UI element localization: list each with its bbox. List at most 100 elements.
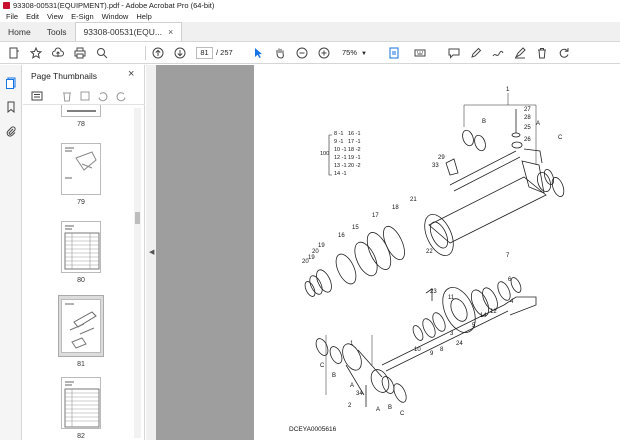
callout-3: 3: [450, 331, 454, 337]
document-viewport[interactable]: 1 27 28 25 26 A B C 29 33 21 18 17 15 16 19 20 22 20 19 23 11…: [156, 65, 620, 440]
callout-B: B: [332, 373, 336, 379]
menu-edit[interactable]: Edit: [22, 12, 43, 21]
thumbnail-label-79: 79: [77, 199, 85, 206]
page-total: / 257: [216, 48, 233, 57]
extract-page-icon[interactable]: [77, 88, 93, 104]
callout-28: 28: [524, 115, 531, 121]
hand-pan-icon[interactable]: [272, 45, 288, 61]
select-cursor-icon[interactable]: [250, 45, 266, 61]
menu-help[interactable]: Help: [132, 12, 155, 21]
zoom-in-icon[interactable]: [316, 45, 332, 61]
keyboard-icon[interactable]: [412, 45, 428, 61]
legend-entry: 9 -1: [334, 139, 343, 145]
callout-29: 29: [438, 155, 445, 161]
pdf-page: 1 27 28 25 26 A B C 29 33 21 18 17 15 16 19 20 22 20 19 23 11…: [254, 65, 620, 440]
rotate-left-icon[interactable]: [95, 88, 111, 104]
menu-view[interactable]: View: [43, 12, 67, 21]
close-panel-icon[interactable]: ×: [128, 68, 134, 80]
next-page-icon[interactable]: [172, 45, 188, 61]
ring-C-bottom-left: [315, 338, 329, 356]
callout-23: 23: [430, 289, 437, 295]
callout-9: 9: [430, 351, 434, 357]
drawing-code: DCEYA0005616: [289, 426, 337, 433]
callout-14: 14: [480, 313, 487, 319]
callout-18: 18: [392, 205, 399, 211]
callout-C: C: [320, 363, 325, 369]
legend-entry: 8 -1: [334, 131, 343, 137]
callout-27: 27: [524, 107, 531, 113]
legend-entry: 10 -1: [334, 147, 347, 153]
delete-trash-icon[interactable]: [534, 45, 550, 61]
page-number-input[interactable]: 81: [196, 47, 213, 59]
page-thumbnails-icon[interactable]: [3, 75, 19, 91]
thumbnail-page-78[interactable]: [61, 105, 101, 117]
exploded-parts-drawing: 127282526ABC293321181715161920 2220192311…: [302, 87, 565, 417]
comment-icon[interactable]: [446, 45, 462, 61]
tab-tools[interactable]: Tools: [39, 22, 75, 41]
page-fit-icon[interactable]: [386, 45, 402, 61]
thumbnail-page-80[interactable]: [61, 221, 101, 273]
thumbnail-page-82[interactable]: [61, 377, 101, 429]
chevron-down-icon: ▼: [361, 51, 367, 57]
panel-title: Page Thumbnails: [31, 71, 97, 81]
callout-22: 22: [426, 249, 433, 255]
thumbnail-label-78: 78: [77, 121, 85, 128]
callout-C: C: [400, 411, 405, 417]
callout-17: 17: [372, 213, 379, 219]
print-icon[interactable]: [72, 45, 88, 61]
callout-34: 34: [356, 391, 363, 397]
rotate-clockwise-icon[interactable]: [556, 45, 572, 61]
close-tab-icon[interactable]: ×: [168, 27, 173, 37]
callout-21: 21: [410, 197, 417, 203]
callout-8: 8: [440, 347, 444, 353]
thumbnail-label-81: 81: [77, 361, 85, 368]
zoom-out-icon[interactable]: [294, 45, 310, 61]
title-bar: 93308-00531(EQUIPMENT).pdf - Adobe Acrob…: [0, 0, 620, 11]
bookmarks-icon[interactable]: [3, 99, 19, 115]
tab-home[interactable]: Home: [0, 22, 39, 41]
thumbnail-options-icon[interactable]: [29, 88, 45, 104]
callout-25: 25: [524, 125, 531, 131]
callout-1: 1: [506, 87, 510, 93]
pipe-line: [449, 150, 521, 192]
callout-33: 33: [432, 163, 439, 169]
callout-4: 4: [510, 299, 514, 305]
thumbnails-scrollbar[interactable]: [134, 108, 141, 438]
callout-7: 7: [506, 253, 510, 259]
upload-cloud-icon[interactable]: [50, 45, 66, 61]
tab-document[interactable]: 93308-00531(EQU... ×: [74, 22, 183, 41]
draw-freehand-icon[interactable]: [490, 45, 506, 61]
ring-20: [309, 275, 323, 295]
thumbnail-page-79[interactable]: [61, 143, 101, 195]
chevron-left-icon[interactable]: ◀: [149, 248, 154, 256]
ring-C-left: [462, 129, 474, 147]
menu-file[interactable]: File: [2, 12, 22, 21]
create-pdf-icon[interactable]: [6, 45, 22, 61]
ring-20b: [304, 281, 316, 297]
callout-B: B: [482, 119, 486, 125]
highlight-pen-icon[interactable]: [468, 45, 484, 61]
callout-11: 11: [448, 295, 455, 301]
seal-B-left: [474, 134, 486, 152]
search-icon[interactable]: [94, 45, 110, 61]
clevis-top: [523, 148, 543, 164]
thumbnail-label-80: 80: [77, 277, 85, 284]
legend-labels: 8 -1 9 -1 10 -1 12 -1 13 -1 14 -1 16 -1 17 -1 18…: [320, 131, 361, 177]
thumbnail-page-81[interactable]: [61, 299, 101, 353]
cylinder-tube-outline: [428, 176, 547, 244]
zoom-level-dropdown[interactable]: 75% ▼: [342, 47, 372, 59]
legend-entry: 14 -1: [334, 171, 347, 177]
callout-24: 24: [456, 341, 463, 347]
menu-window[interactable]: Window: [98, 12, 133, 21]
fill-sign-icon[interactable]: [512, 45, 528, 61]
callout-19: 19: [308, 255, 315, 261]
delete-page-icon[interactable]: [59, 88, 75, 104]
menu-bar: File Edit View E-Sign Window Help: [0, 11, 620, 22]
scrollbar-thumb[interactable]: [135, 212, 140, 224]
rotate-right-icon[interactable]: [113, 88, 129, 104]
bookmark-star-icon[interactable]: [28, 45, 44, 61]
menu-esign[interactable]: E-Sign: [67, 12, 98, 21]
previous-page-icon[interactable]: [150, 45, 166, 61]
callout-10: 10: [414, 347, 421, 353]
attachments-paperclip-icon[interactable]: [3, 123, 19, 139]
